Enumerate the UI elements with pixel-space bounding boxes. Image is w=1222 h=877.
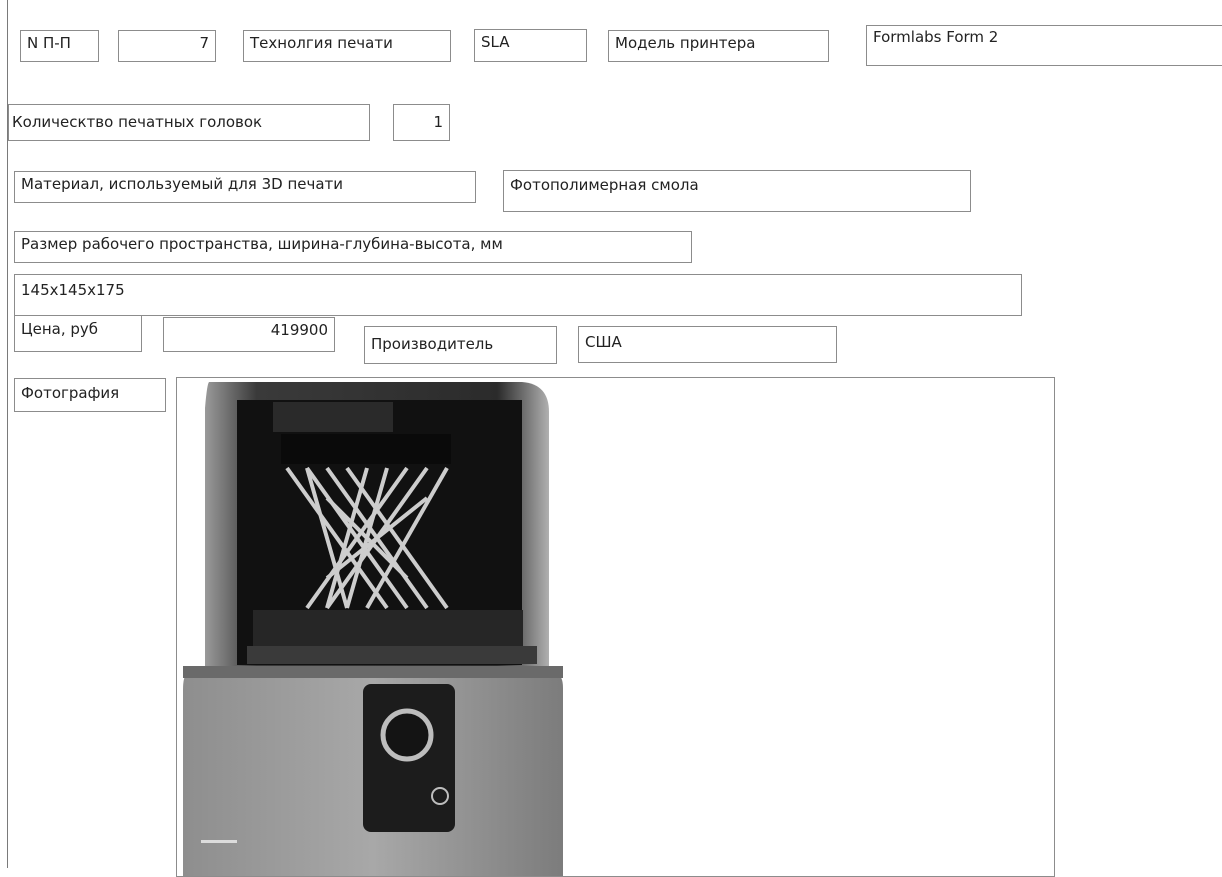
material-label: Материал, используемый для 3D печати [14, 171, 476, 203]
printer-photo-frame[interactable] [176, 377, 1055, 877]
maker-value-field[interactable]: США [578, 326, 837, 363]
np-value-field[interactable]: 7 [118, 30, 216, 62]
heads-value-field[interactable]: 1 [393, 104, 450, 141]
tech-value-field[interactable]: SLA [474, 29, 587, 62]
model-value-field[interactable]: Formlabs Form 2 [866, 25, 1222, 66]
maker-label: Производитель [364, 326, 557, 364]
model-label: Модель принтера [608, 30, 829, 62]
printer-photo-icon [183, 382, 563, 876]
heads-label: Колическтво печатных головок [8, 104, 370, 141]
tech-label: Технолгия печати [243, 30, 451, 62]
size-label: Размер рабочего пространства, ширина-глу… [14, 231, 692, 263]
photo-label: Фотография [14, 378, 166, 412]
price-label: Цена, руб [14, 315, 142, 352]
size-value-field[interactable]: 145x145x175 [14, 274, 1022, 316]
price-value-field[interactable]: 419900 [163, 317, 335, 352]
material-value-field[interactable]: Фотополимерная смола [503, 170, 971, 212]
np-label: N П-П [20, 30, 99, 62]
